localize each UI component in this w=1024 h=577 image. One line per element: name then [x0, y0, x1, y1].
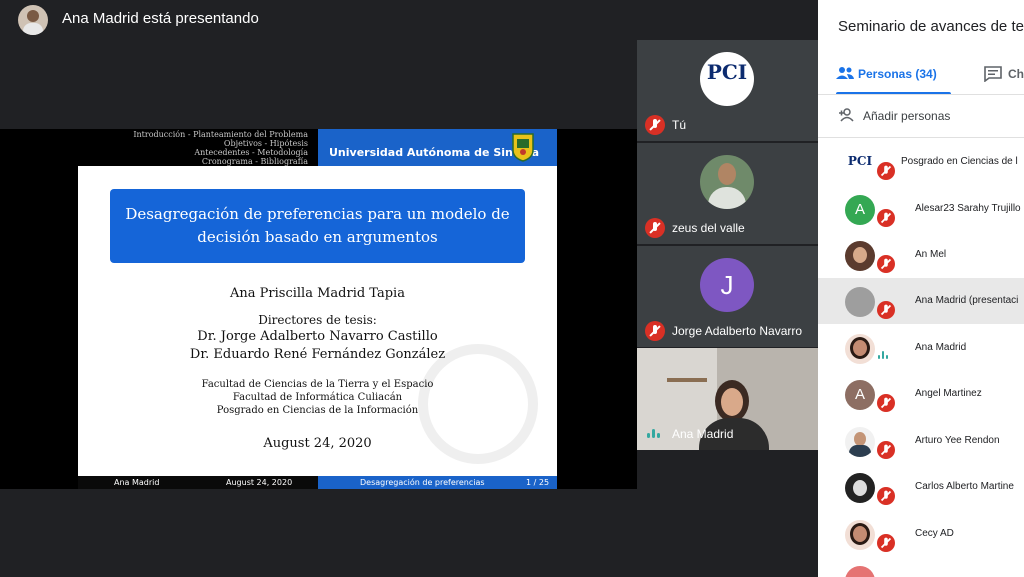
- presenter-title: Ana Madrid está presentando: [62, 10, 259, 27]
- slide-nav-line: Antecedentes - Metodología: [194, 148, 308, 157]
- slide-nav-line: Introducción - Planteamiento del Problem…: [133, 130, 308, 139]
- person-name: Ana Madrid: [915, 342, 967, 353]
- participant-avatar: J: [700, 258, 754, 312]
- mic-off-icon: [877, 534, 895, 552]
- tab-people-label: Personas (34): [858, 67, 937, 81]
- person-avatar: A: [845, 380, 875, 410]
- slide-author: Ana Priscilla Madrid Tapia: [230, 286, 405, 301]
- slide-content: Desagregación de preferencias para un mo…: [78, 166, 557, 476]
- slide-nav-line: Cronograma - Bibliografía: [201, 157, 308, 166]
- footer-title: Desagregación de preferencias: [360, 478, 485, 487]
- person-row[interactable]: A Alesar23 Sarahy Trujillo: [818, 186, 1024, 232]
- person-name: Ana Madrid (presentaci: [915, 295, 1019, 306]
- participant-name: Jorge Adalberto Navarro: [672, 324, 803, 338]
- person-row[interactable]: Ana Madrid (presentaci: [818, 278, 1024, 324]
- pci-logo-avatar: PCI: [700, 52, 754, 106]
- tab-chat-label: Ch: [1008, 67, 1024, 81]
- slide-header: Universidad Autónoma de Sinaloa: [318, 129, 557, 166]
- presenter-avatar: [18, 5, 48, 35]
- participant-tiles: PCI Tú zeus del valle J Jorge Adalberto …: [637, 40, 818, 450]
- slide-title-line: Desagregación de preferencias para un mo…: [125, 205, 510, 223]
- participant-name: Tú: [672, 118, 687, 132]
- slide-footer: Ana Madrid August 24, 2020 Desagregación…: [78, 476, 557, 489]
- slide-title-line: decisión basado en argumentos: [197, 228, 438, 246]
- mic-off-icon: [877, 255, 895, 273]
- person-row[interactable]: A Angel Martinez: [818, 371, 1024, 417]
- presenter-bar: Ana Madrid está presentando: [0, 0, 818, 40]
- person-row[interactable]: Cecy AD: [818, 511, 1024, 557]
- person-avatar: [845, 334, 875, 364]
- footer-author: Ana Madrid: [114, 478, 160, 487]
- person-row[interactable]: [818, 557, 1024, 577]
- person-name: Cecy AD: [915, 528, 954, 539]
- slide-director: Dr. Jorge Adalberto Navarro Castillo: [197, 329, 438, 344]
- participant-tile[interactable]: zeus del valle: [637, 143, 818, 246]
- person-avatar: A: [845, 195, 875, 225]
- mic-off-icon: [877, 301, 895, 319]
- mic-off-icon: [877, 162, 895, 180]
- person-name: Alesar23 Sarahy Trujillo: [915, 203, 1021, 214]
- participant-tile[interactable]: J Jorge Adalberto Navarro: [637, 246, 818, 349]
- tab-people[interactable]: Personas (34): [836, 64, 951, 95]
- slide-navigation: Introducción - Planteamiento del Problem…: [112, 130, 308, 166]
- participant-avatar: [700, 155, 754, 209]
- slide-faculty: Facultad de Ciencias de la Tierra y el E…: [201, 379, 434, 390]
- person-avatar: [845, 427, 875, 457]
- mic-off-icon: [877, 394, 895, 412]
- person-name: Arturo Yee Rendon: [915, 435, 1000, 446]
- slide-title-box: Desagregación de preferencias para un mo…: [110, 189, 525, 263]
- person-name: Angel Martinez: [915, 388, 982, 399]
- person-row[interactable]: Arturo Yee Rendon: [818, 418, 1024, 464]
- person-row[interactable]: Ana Madrid: [818, 325, 1024, 371]
- person-name: An Mel: [915, 249, 947, 260]
- mic-off-icon: [877, 209, 895, 227]
- add-people-label: Añadir personas: [863, 109, 951, 123]
- slide-faculty: Posgrado en Ciencias de la Información: [216, 405, 419, 416]
- person-avatar: [845, 566, 875, 577]
- mic-off-icon: [645, 115, 665, 135]
- tab-chat[interactable]: Ch: [984, 64, 1024, 94]
- slide-directors-label: Directores de tesis:: [258, 313, 377, 327]
- person-avatar: [845, 520, 875, 550]
- person-avatar: [845, 287, 875, 317]
- people-panel: Seminario de avances de te Personas (34)…: [818, 0, 1024, 577]
- person-row[interactable]: Carlos Alberto Martine: [818, 464, 1024, 510]
- slide-nav-line: Objetivos - Hipótesis: [223, 139, 308, 148]
- speaking-indicator-icon: [647, 428, 663, 440]
- mic-off-icon: [645, 218, 665, 238]
- person-row[interactable]: An Mel: [818, 232, 1024, 278]
- footer-page: 1 / 25: [526, 478, 550, 487]
- footer-date: August 24, 2020: [226, 478, 293, 487]
- person-avatar: [845, 473, 875, 503]
- person-row[interactable]: PCI Posgrado en Ciencias de l: [818, 139, 1024, 185]
- mic-off-icon: [877, 441, 895, 459]
- participant-video-tile[interactable]: Ana Madrid: [637, 348, 818, 450]
- person-name: Posgrado en Ciencias de l: [901, 156, 1018, 167]
- meeting-title: Seminario de avances de te: [838, 18, 1024, 35]
- slide-university: Universidad Autónoma de Sinaloa: [329, 146, 540, 159]
- slide-date: August 24, 2020: [263, 436, 372, 451]
- add-person-icon: [839, 108, 854, 122]
- participant-name: Ana Madrid: [672, 427, 734, 441]
- person-name: Carlos Alberto Martine: [915, 481, 1014, 492]
- people-icon: [836, 67, 854, 79]
- speaking-indicator-icon: [878, 347, 892, 359]
- university-crest-icon: [512, 133, 534, 162]
- chat-icon: [984, 66, 1002, 82]
- mic-off-icon: [645, 321, 665, 341]
- add-people-button[interactable]: Añadir personas: [838, 106, 1018, 128]
- slide-faculty: Facultad de Informática Culiacán: [232, 392, 403, 403]
- slide-director: Dr. Eduardo René Fernández González: [189, 347, 446, 362]
- person-avatar: [845, 241, 875, 271]
- participant-name: zeus del valle: [672, 221, 745, 235]
- mic-off-icon: [877, 487, 895, 505]
- person-avatar: PCI: [845, 148, 875, 178]
- participant-tile[interactable]: PCI Tú: [637, 40, 818, 143]
